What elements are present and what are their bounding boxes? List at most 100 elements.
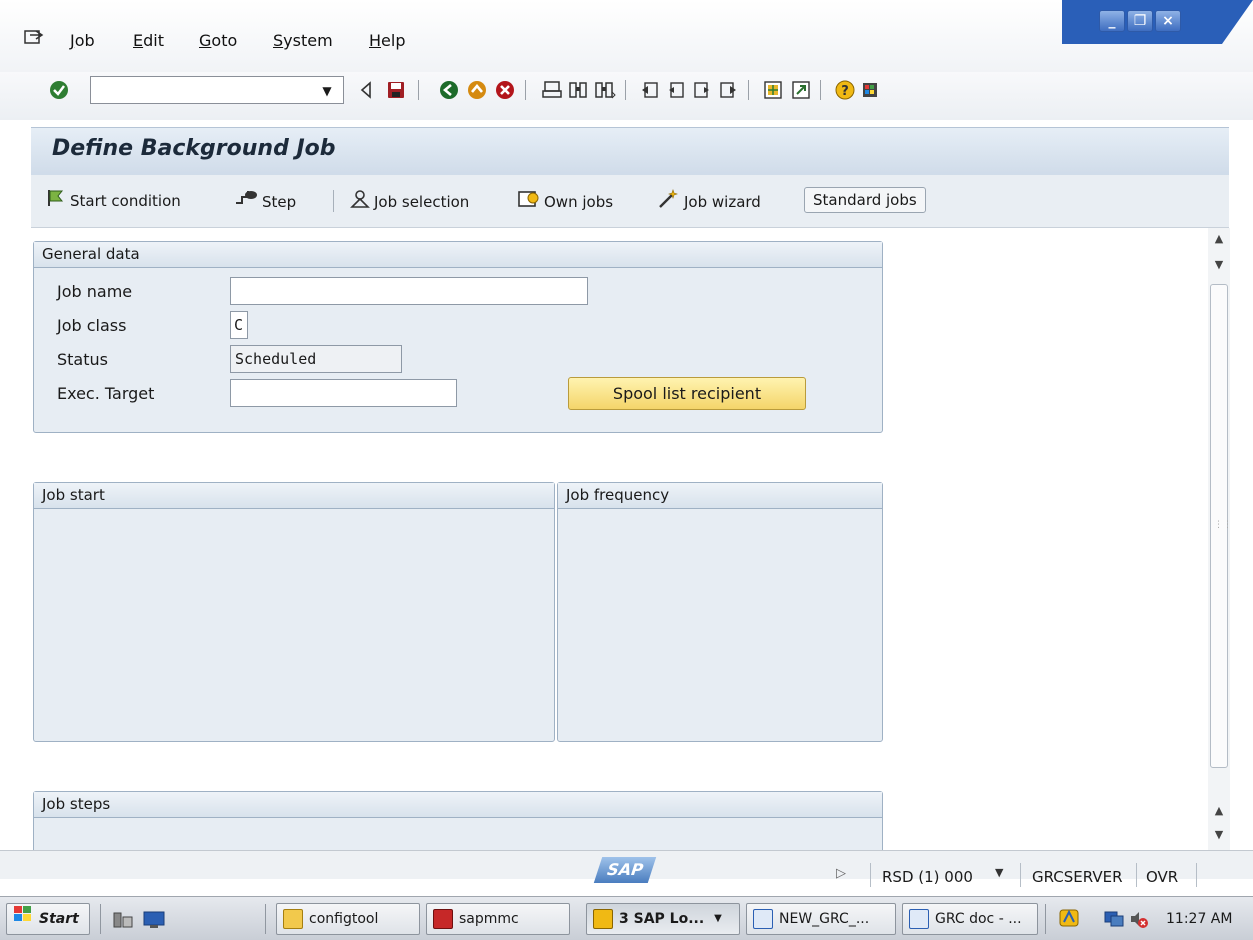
menu-edit[interactable]: Edit	[133, 31, 164, 50]
status-separator	[1196, 863, 1197, 887]
job-start-group: Job start	[33, 482, 555, 742]
menu-goto[interactable]: Goto	[199, 31, 237, 50]
page-title: Define Background Job	[52, 136, 336, 161]
own-jobs-button[interactable]: Own jobs	[518, 189, 613, 214]
menu-help[interactable]: Help	[369, 31, 405, 50]
taskbar-sapmmc[interactable]: sapmmc	[426, 903, 570, 935]
word-document-icon	[753, 909, 773, 929]
taskbar-group-dropdown-icon[interactable]: ▼	[714, 904, 722, 934]
taskbar-new-grc-label: NEW_GRC_...	[779, 911, 870, 927]
start-button[interactable]: Start	[6, 903, 90, 935]
volume-muted-icon[interactable]	[1129, 909, 1149, 933]
server-name: GRCSERVER	[1032, 868, 1123, 886]
server-manager-icon[interactable]	[112, 909, 134, 933]
job-class-label: Job class	[57, 316, 127, 335]
step-icon	[234, 189, 258, 214]
scroll-page-up-icon[interactable]: ▲	[1212, 804, 1226, 817]
job-wizard-button[interactable]: Job wizard	[658, 189, 761, 214]
find-icon[interactable]	[567, 79, 589, 101]
menu-system[interactable]: System	[273, 31, 333, 50]
job-name-label: Job name	[57, 282, 133, 301]
shortcut-icon[interactable]	[790, 79, 812, 101]
job-class-field[interactable]: C	[230, 311, 248, 339]
find-next-icon[interactable]	[594, 79, 616, 101]
standard-jobs-button[interactable]: Standard jobs	[804, 187, 926, 213]
job-wizard-label: Job wizard	[684, 192, 761, 211]
windows-logo-icon	[13, 904, 33, 934]
print-icon[interactable]	[541, 79, 563, 101]
job-frequency-header: Job frequency	[558, 483, 882, 509]
cancel-icon[interactable]	[494, 79, 516, 101]
system-info-dropdown-icon[interactable]: ▼	[995, 866, 1003, 879]
exit-icon[interactable]	[466, 79, 488, 101]
taskbar-grc-doc[interactable]: GRC doc - ...	[902, 903, 1038, 935]
taskbar-separator	[1045, 904, 1046, 934]
scroll-grip-icon: ⋮⋮	[1214, 520, 1232, 530]
own-jobs-icon	[518, 189, 540, 214]
previous-page-icon[interactable]	[665, 79, 687, 101]
taskbar-separator	[100, 904, 101, 934]
help-icon[interactable]: ?	[834, 79, 856, 101]
sap-logo: SAP	[593, 857, 657, 883]
taskbar-sap-logon[interactable]: 3 SAP Lo... ▼	[586, 903, 740, 935]
start-condition-button[interactable]: Start condition	[46, 189, 181, 212]
toolbar-separator	[333, 190, 334, 212]
sap-logon-icon	[593, 909, 613, 929]
taskbar-configtool[interactable]: configtool	[276, 903, 420, 935]
toolbar-separator	[625, 80, 626, 100]
svg-text:?: ?	[841, 84, 849, 99]
sapmmc-icon	[433, 909, 453, 929]
create-session-icon[interactable]	[762, 79, 784, 101]
close-icon[interactable]: ×	[1155, 10, 1181, 32]
command-dropdown-icon[interactable]: ▼	[316, 80, 338, 102]
taskbar-sapmmc-label: sapmmc	[459, 911, 519, 927]
toolbar-separator	[820, 80, 821, 100]
own-jobs-label: Own jobs	[544, 192, 614, 211]
taskbar-clock: 11:27 AM	[1166, 911, 1233, 927]
exec-target-field[interactable]	[230, 379, 457, 407]
taskbar-new-grc[interactable]: NEW_GRC_...	[746, 903, 896, 935]
scroll-page-down-icon[interactable]: ▼	[1212, 258, 1226, 271]
first-page-icon[interactable]	[639, 79, 661, 101]
system-info: RSD (1) 000	[882, 868, 973, 886]
spool-list-recipient-button[interactable]: Spool list recipient	[568, 377, 806, 410]
job-steps-header: Job steps	[34, 792, 882, 818]
job-frequency-group: Job frequency	[557, 482, 883, 742]
restore-icon[interactable]: ❐	[1127, 10, 1153, 32]
job-start-header: Job start	[34, 483, 554, 509]
taskbar-grc-doc-label: GRC doc - ...	[935, 911, 1022, 927]
toolbar-separator	[418, 80, 419, 100]
network-tray-icon[interactable]	[1103, 908, 1125, 932]
back-icon[interactable]	[438, 79, 460, 101]
toolbar-separator	[525, 80, 526, 100]
status-expand-icon[interactable]: ▷	[836, 866, 846, 881]
menu-job[interactable]: Job	[70, 31, 95, 50]
step-button[interactable]: Step	[234, 189, 296, 214]
taskbar-separator	[265, 904, 266, 934]
enter-icon[interactable]	[48, 79, 70, 101]
next-page-icon[interactable]	[691, 79, 713, 101]
exec-target-label: Exec. Target	[57, 384, 155, 403]
taskbar-sap-logon-label: 3 SAP Lo...	[619, 911, 705, 927]
word-document-icon	[909, 909, 929, 929]
scroll-down-icon[interactable]: ▼	[1212, 828, 1226, 841]
command-field[interactable]	[90, 76, 344, 104]
save-icon[interactable]	[385, 79, 407, 101]
last-page-icon[interactable]	[717, 79, 739, 101]
toolbar-separator	[748, 80, 749, 100]
scroll-up-icon[interactable]: ▲	[1212, 232, 1226, 245]
taskbar-configtool-label: configtool	[309, 911, 379, 927]
general-data-header: General data	[34, 242, 882, 268]
person-icon	[350, 189, 370, 214]
show-desktop-icon[interactable]	[142, 909, 166, 933]
job-selection-button[interactable]: Job selection	[350, 189, 469, 214]
job-selection-label: Job selection	[374, 192, 470, 211]
wizard-icon	[658, 189, 680, 214]
customize-layout-icon[interactable]	[860, 79, 882, 101]
minimize-icon[interactable]: _	[1099, 10, 1125, 32]
start-condition-label: Start condition	[70, 191, 181, 210]
system-menu-icon[interactable]	[24, 30, 44, 46]
back-arrow-icon[interactable]	[355, 79, 377, 101]
sap-tray-icon[interactable]	[1058, 908, 1080, 932]
job-name-field[interactable]	[230, 277, 588, 305]
